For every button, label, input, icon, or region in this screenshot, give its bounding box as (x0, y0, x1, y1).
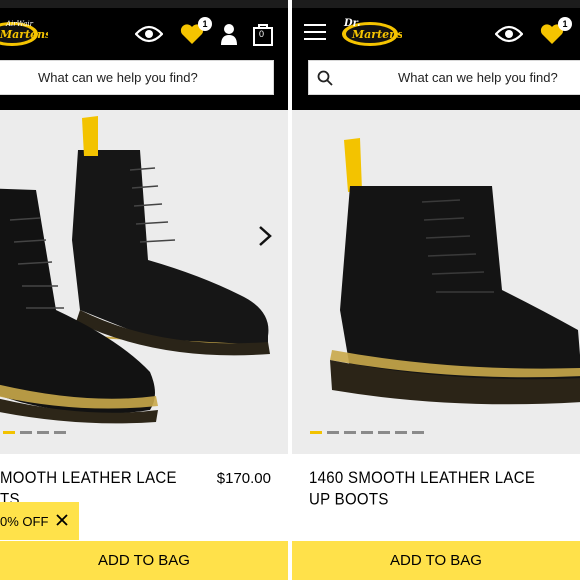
carousel-dot[interactable] (20, 431, 32, 434)
carousel-dot[interactable] (327, 431, 339, 434)
promo-banner[interactable]: 0% OFF (0, 502, 79, 540)
product-name-line2: UP BOOTS (309, 490, 389, 510)
wishlist-heart-icon[interactable]: 1 (178, 17, 212, 48)
svg-text:Martens: Martens (351, 28, 402, 41)
product-image-carousel[interactable] (0, 110, 288, 454)
bag-count: 0 (259, 29, 265, 39)
left-screenshot: Martens AirWair 1 0 What can we help you… (0, 0, 288, 580)
search-input[interactable]: What can we help you find? (308, 60, 580, 95)
carousel-dot[interactable] (310, 431, 322, 434)
brand-logo[interactable]: Martens AirWair (0, 14, 51, 55)
close-icon[interactable] (55, 513, 69, 527)
eye-icon[interactable] (495, 20, 523, 48)
menu-icon[interactable] (304, 24, 326, 40)
add-to-bag-button[interactable]: ADD TO BAG (292, 541, 580, 580)
wishlist-count-badge: 1 (558, 17, 572, 31)
eye-icon[interactable] (135, 20, 163, 48)
product-price: $170.00 (216, 470, 271, 487)
add-to-bag-button[interactable]: ADD TO BAG (0, 541, 288, 580)
brand-logo[interactable]: Dr. Martens (340, 14, 403, 55)
status-strip (0, 0, 288, 8)
carousel-dot[interactable] (3, 431, 15, 434)
user-icon[interactable] (215, 20, 243, 48)
carousel-indicator (310, 431, 430, 434)
search-icon[interactable] (317, 70, 333, 86)
boot-back (72, 116, 270, 356)
site-header: Dr. Martens 1 What can we help you find? (292, 0, 580, 110)
search-placeholder: What can we help you find? (38, 70, 198, 85)
site-header: Martens AirWair 1 0 What can we help you… (0, 0, 288, 110)
shopping-bag-icon[interactable]: 0 (249, 20, 277, 48)
svg-text:Martens: Martens (0, 28, 48, 41)
carousel-dot[interactable] (344, 431, 356, 434)
next-image-chevron-right-icon[interactable] (256, 225, 274, 247)
carousel-dot[interactable] (37, 431, 49, 434)
product-name: 1460 SMOOTH LEATHER LACE UP BOOTS (309, 468, 535, 511)
carousel-dot[interactable] (395, 431, 407, 434)
carousel-dot[interactable] (412, 431, 424, 434)
status-strip (292, 0, 580, 8)
carousel-indicator (0, 431, 80, 434)
svg-text:AirWair: AirWair (5, 20, 34, 28)
boots-pair-image (0, 116, 270, 424)
carousel-dot[interactable] (361, 431, 373, 434)
product-name-line1: MOOTH LEATHER LACE (0, 469, 177, 488)
right-screenshot: Dr. Martens 1 What can we help you find? (292, 0, 580, 580)
product-name-line1: 1460 SMOOTH LEATHER LACE (309, 469, 536, 488)
promo-text: 0% OFF (0, 514, 49, 529)
product-image-carousel[interactable] (292, 110, 580, 454)
carousel-dot[interactable] (378, 431, 390, 434)
boot-side-image (330, 138, 580, 405)
wishlist-count-badge: 1 (198, 17, 212, 31)
search-input[interactable]: What can we help you find? (0, 60, 274, 95)
wishlist-heart-icon[interactable]: 1 (538, 17, 572, 48)
search-placeholder: What can we help you find? (398, 70, 558, 85)
carousel-dot[interactable] (54, 431, 66, 434)
